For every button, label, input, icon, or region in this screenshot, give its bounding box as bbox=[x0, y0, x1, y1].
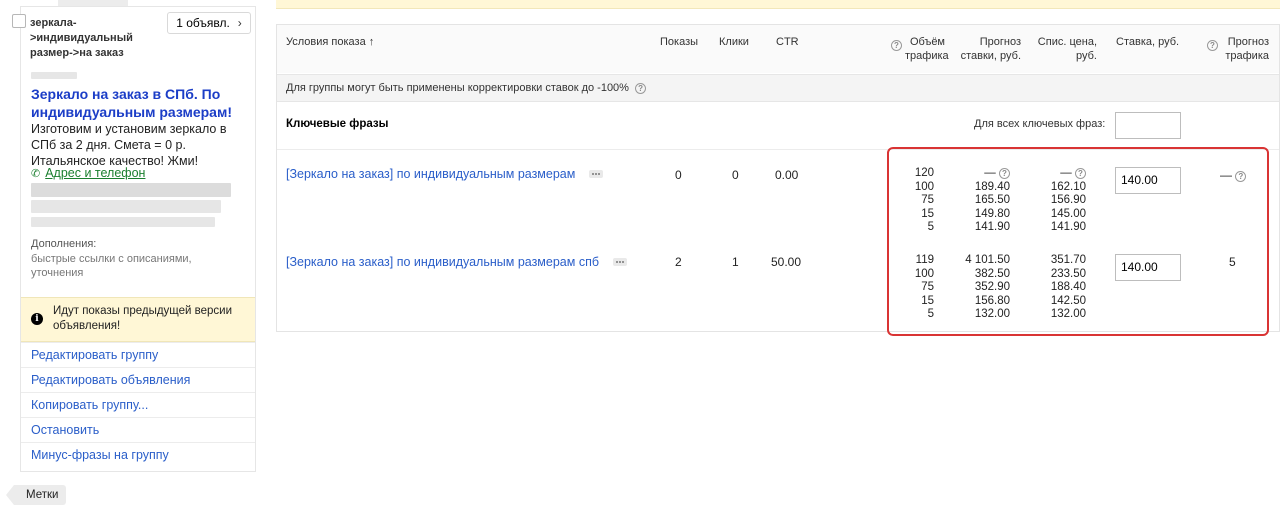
stop-link[interactable]: Остановить bbox=[21, 417, 255, 442]
section-title: Ключевые фразы bbox=[286, 118, 389, 130]
info-icon: i bbox=[31, 313, 43, 325]
more-icon[interactable] bbox=[589, 170, 604, 178]
blurred-text bbox=[31, 72, 77, 79]
ctr-value: 50.00 bbox=[771, 255, 802, 269]
table-header bbox=[277, 25, 1279, 73]
tag-arrow bbox=[6, 485, 14, 505]
group-checkbox[interactable] bbox=[12, 14, 26, 28]
ad-contact-link[interactable]: ✆ Адрес и телефон bbox=[31, 166, 145, 180]
edit-ads-link[interactable]: Редактировать объявления bbox=[21, 367, 255, 392]
ad-contact-label: Адрес и телефон bbox=[45, 166, 146, 180]
col-clicks[interactable]: Клики bbox=[719, 35, 749, 49]
impressions-value: 0 bbox=[675, 168, 682, 182]
col-bid-forecast: Прогноз ставки, руб. bbox=[960, 36, 1021, 62]
all-phrases-bid-input[interactable] bbox=[1115, 112, 1181, 139]
ctr-value: 0.00 bbox=[775, 168, 799, 182]
col-bid: Ставка, руб. bbox=[1116, 36, 1180, 48]
highlight-frame bbox=[887, 147, 1269, 336]
negative-phrases-link[interactable]: Минус-фразы на группу bbox=[21, 442, 255, 467]
help-icon[interactable]: ? bbox=[635, 83, 647, 94]
ads-count-button[interactable]: 1 объявл. › bbox=[167, 12, 251, 34]
blurred-text bbox=[31, 183, 231, 197]
col-ctr[interactable]: CTR bbox=[776, 35, 799, 49]
more-icon[interactable] bbox=[613, 258, 628, 266]
ad-text: Изготовим и установим зеркало в СПб за 2… bbox=[31, 122, 227, 168]
help-icon[interactable]: ? bbox=[891, 35, 902, 53]
impressions-value: 2 bbox=[675, 255, 682, 269]
ads-count-label: 1 объявл. bbox=[176, 16, 230, 30]
copy-group-link[interactable]: Копировать группу... bbox=[21, 392, 255, 417]
col-conditions[interactable]: Условия показа ↑ bbox=[286, 35, 374, 49]
previous-version-notice: i Идут показы предыдущей версии объявлен… bbox=[21, 297, 255, 342]
ad-title[interactable]: Зеркало на заказ в СПб. По индивидуальны… bbox=[31, 85, 253, 121]
group-adjustment-note: Для группы могут быть применены корректи… bbox=[277, 74, 1279, 102]
extras-title: Дополнения: bbox=[31, 238, 97, 250]
blurred-text bbox=[31, 217, 215, 227]
tags-label: Метки bbox=[14, 485, 67, 505]
phone-icon: ✆ bbox=[31, 167, 41, 180]
keyword-phrase-link[interactable]: [Зеркало на заказ] по индивидуальным раз… bbox=[286, 167, 575, 181]
group-name[interactable]: зеркала- >индивидуальный размер->на зака… bbox=[30, 16, 162, 61]
extras-text: быстрые ссылки с описаниями, уточнения bbox=[31, 253, 192, 279]
col-impressions[interactable]: Показы bbox=[660, 35, 698, 49]
chevron-right-icon: › bbox=[237, 16, 242, 30]
clicks-value: 0 bbox=[732, 168, 739, 182]
tags-button[interactable]: Метки bbox=[6, 485, 67, 505]
top-notice-strip bbox=[276, 0, 1280, 9]
notice-text: Идут показы предыдущей версии объявления… bbox=[53, 305, 233, 332]
clicks-value: 1 bbox=[732, 255, 739, 269]
col-charge-price: Спис. цена, руб. bbox=[1037, 36, 1097, 62]
col-traffic-volume: Объём трафика bbox=[905, 36, 949, 62]
help-icon[interactable]: ? bbox=[1207, 35, 1218, 53]
table-row: [Зеркало на заказ] по индивидуальным раз… bbox=[286, 167, 604, 181]
all-phrases-label: Для всех ключевых фраз: bbox=[974, 118, 1106, 130]
keyword-phrase-link[interactable]: [Зеркало на заказ] по индивидуальным раз… bbox=[286, 255, 599, 269]
col-traffic-forecast: Прогноз трафика bbox=[1225, 36, 1269, 62]
table-row: [Зеркало на заказ] по индивидуальным раз… bbox=[286, 255, 628, 269]
group-note-text: Для группы могут быть применены корректи… bbox=[286, 82, 629, 94]
blurred-text bbox=[31, 200, 221, 213]
edit-group-link[interactable]: Редактировать группу bbox=[21, 342, 255, 367]
